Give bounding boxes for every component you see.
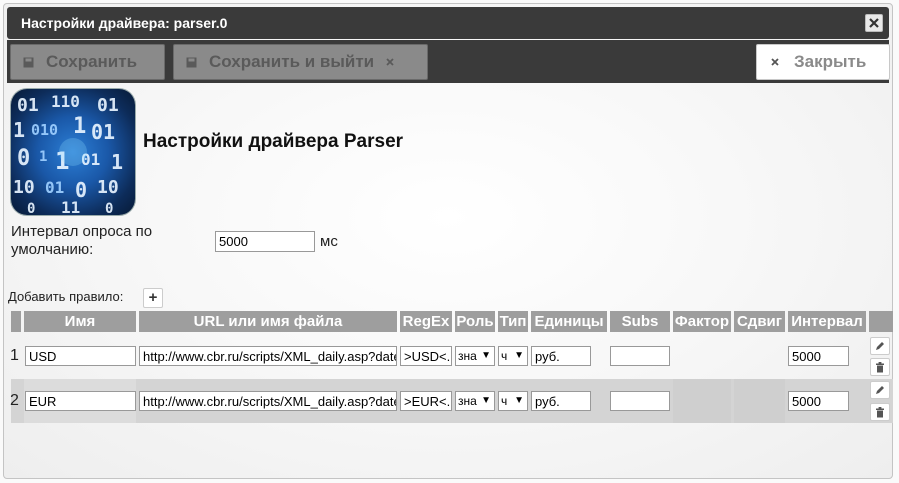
- rule-type-select[interactable]: ч ▼: [498, 391, 528, 411]
- header-url: URL или имя файла: [139, 311, 397, 332]
- rule-regex-input[interactable]: >EUR<.: [400, 391, 452, 411]
- close-button[interactable]: Закрыть: [756, 44, 890, 80]
- rule-regex-input[interactable]: >USD<.: [400, 346, 452, 366]
- type-value: ч: [501, 349, 508, 363]
- svg-text:10: 10: [97, 177, 119, 198]
- floppy-icon: [23, 57, 34, 68]
- page-title: Настройки драйвера Parser: [143, 131, 404, 152]
- close-icon: [386, 58, 394, 66]
- table-cell: [673, 379, 731, 423]
- header-interval: Интервал: [788, 311, 866, 332]
- rule-interval-input[interactable]: 5000: [788, 391, 849, 411]
- header-name: Имя: [24, 311, 136, 332]
- rule-subs-input[interactable]: [610, 391, 670, 411]
- plus-icon: +: [148, 289, 158, 306]
- svg-text:01: 01: [17, 95, 39, 116]
- table-cell: [734, 379, 785, 423]
- svg-text:1: 1: [39, 149, 47, 165]
- trash-icon: [876, 406, 884, 417]
- header-regex: RegEx: [400, 311, 452, 332]
- header-subs: Subs: [610, 311, 670, 332]
- svg-text:01: 01: [97, 95, 119, 116]
- rule-subs-input[interactable]: [610, 346, 670, 366]
- dropdown-arrow-icon: ▼: [514, 395, 524, 406]
- close-icon: [869, 18, 879, 28]
- dropdown-arrow-icon: ▼: [481, 350, 491, 361]
- svg-text:01: 01: [91, 120, 115, 144]
- rule-units-input[interactable]: руб.: [531, 391, 591, 411]
- svg-text:10: 10: [13, 177, 35, 198]
- interval-input[interactable]: 5000: [215, 231, 315, 252]
- svg-text:11: 11: [61, 198, 80, 215]
- header-type: Тип: [498, 311, 528, 332]
- rule-role-select[interactable]: зна ▼: [455, 346, 495, 366]
- svg-text:1: 1: [111, 150, 123, 174]
- pencil-icon: [876, 342, 884, 350]
- header-actions: [869, 311, 893, 332]
- svg-text:010: 010: [31, 121, 58, 139]
- rule-interval-input[interactable]: 5000: [788, 346, 849, 366]
- row-number: 2: [10, 392, 19, 409]
- role-value: зна: [458, 349, 477, 363]
- close-label: Закрыть: [794, 52, 867, 71]
- rule-units-input[interactable]: руб.: [531, 346, 591, 366]
- row-number: 1: [10, 347, 19, 364]
- trash-icon: [876, 361, 884, 372]
- dropdown-arrow-icon: ▼: [481, 395, 491, 406]
- title-bar: Настройки драйвера: parser.0: [7, 7, 889, 39]
- rule-url-input[interactable]: http://www.cbr.ru/scripts/XML_daily.asp?…: [139, 346, 397, 366]
- window-close-button[interactable]: [865, 14, 883, 32]
- svg-text:110: 110: [51, 92, 80, 111]
- header-units: Единицы: [531, 311, 607, 332]
- svg-text:0: 0: [105, 201, 113, 215]
- svg-text:1: 1: [13, 118, 25, 142]
- dropdown-arrow-icon: ▼: [514, 350, 524, 361]
- rule-type-select[interactable]: ч ▼: [498, 346, 528, 366]
- binary-logo: 01 110 01 1 010 1 01 0 1 1 01 1 10 01 0 …: [11, 89, 135, 215]
- svg-text:0: 0: [27, 201, 35, 215]
- save-and-exit-label: Сохранить и выйти: [209, 52, 375, 71]
- rule-role-select[interactable]: зна ▼: [455, 391, 495, 411]
- close-icon: [771, 58, 779, 66]
- header-role: Роль: [455, 311, 495, 332]
- interval-label: Интервал опроса по умолчанию:: [11, 223, 153, 258]
- header-offset: Сдвиг: [734, 311, 785, 332]
- save-button[interactable]: Сохранить: [10, 44, 165, 80]
- save-label: Сохранить: [46, 52, 138, 71]
- settings-dialog: Настройки драйвера: parser.0 Сохранить С…: [3, 3, 893, 479]
- delete-rule-button[interactable]: [870, 403, 890, 421]
- svg-text:01: 01: [45, 178, 64, 197]
- svg-text:0: 0: [17, 146, 30, 171]
- add-rule-button[interactable]: +: [143, 288, 163, 308]
- delete-rule-button[interactable]: [870, 358, 890, 376]
- header-factor: Фактор: [673, 311, 731, 332]
- toolbar: Сохранить Сохранить и выйти Закрыть: [7, 40, 890, 83]
- rule-url-input[interactable]: http://www.cbr.ru/scripts/XML_daily.asp?…: [139, 391, 397, 411]
- role-value: зна: [458, 394, 477, 408]
- pencil-icon: [876, 386, 884, 394]
- add-rule-label: Добавить правило:: [8, 289, 124, 304]
- floppy-icon: [186, 57, 197, 68]
- type-value: ч: [501, 394, 508, 408]
- save-and-exit-button[interactable]: Сохранить и выйти: [173, 44, 428, 80]
- interval-unit: мс: [320, 233, 338, 250]
- rule-name-input[interactable]: EUR: [25, 391, 136, 411]
- header-row-number: [11, 311, 21, 332]
- rule-name-input[interactable]: USD: [25, 346, 136, 366]
- edit-rule-button[interactable]: [870, 381, 890, 399]
- svg-text:1: 1: [73, 114, 86, 139]
- window-title: Настройки драйвера: parser.0: [21, 15, 228, 31]
- edit-rule-button[interactable]: [870, 337, 890, 355]
